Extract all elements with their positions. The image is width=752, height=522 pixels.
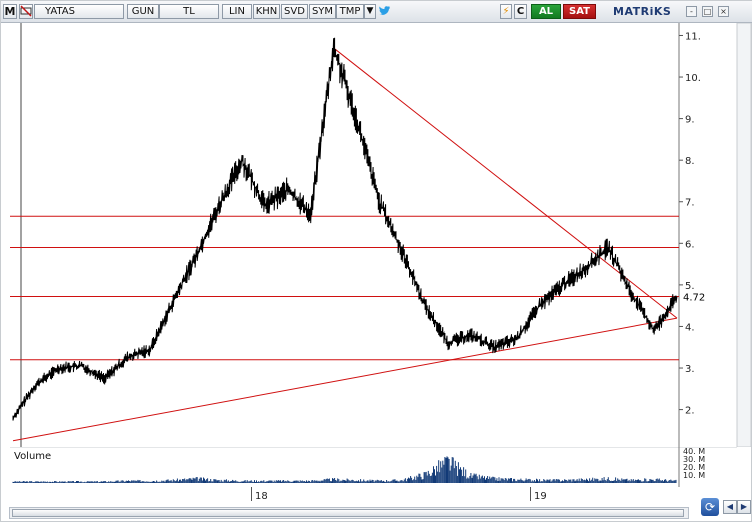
time-axis: 18 19 [1, 487, 752, 503]
right-rail [736, 23, 752, 447]
price-tick-label: 3. [685, 364, 695, 375]
currency-button[interactable]: TL [159, 4, 219, 19]
template-dropdown[interactable]: ▼ [364, 4, 376, 19]
c-button[interactable]: C [514, 4, 527, 19]
template-button[interactable]: TMP [336, 4, 364, 19]
svd-button[interactable]: SVD [281, 4, 308, 19]
volume-chart: 40. M30. M20. M10. M [10, 446, 737, 487]
maximize-button[interactable]: □ [702, 6, 713, 17]
linear-scale-button[interactable]: LIN [222, 4, 252, 19]
refresh-icon[interactable]: ⟳ [701, 498, 719, 516]
no-link-icon[interactable] [19, 4, 33, 19]
plot-area [10, 23, 679, 447]
volume-panel: Volume 40. M 30. M 20. M 10. M [1, 446, 752, 487]
time-tick [530, 487, 531, 501]
khn-button[interactable]: KHN [253, 4, 280, 19]
chart-window: M YATAS GUN TL LIN KHN SVD SYM TMP ▼ ⚡ C… [0, 0, 752, 522]
close-button[interactable]: × [718, 6, 729, 17]
time-label-18: 18 [255, 491, 268, 502]
sell-button[interactable]: SAT [563, 4, 596, 19]
volume-axis-ticks: 40. M30. M20. M10. M [683, 447, 705, 480]
price-tick-label: 2. [685, 406, 695, 417]
price-tick-label: 10. [685, 73, 701, 84]
time-tick [251, 487, 252, 501]
price-tick-label: 8. [685, 156, 695, 167]
price-chart[interactable]: 11. 10. 9. 8. 7. 6. 5. 4. 3. 2. 4.72 [1, 23, 752, 447]
brand-logo: MATRiKS [613, 5, 672, 18]
price-tick-label: 4. [685, 322, 695, 333]
price-axis-ticks: 11. 10. 9. 8. 7. 6. 5. 4. 3. 2. [679, 31, 701, 417]
price-tick-label: 11. [685, 31, 701, 42]
volume-bars [12, 456, 677, 483]
period-button[interactable]: GUN [127, 4, 159, 19]
symbol-selector[interactable]: YATAS [34, 4, 124, 19]
sym-button[interactable]: SYM [309, 4, 336, 19]
price-tick-label: 7. [685, 198, 695, 209]
menu-button[interactable]: M [3, 4, 17, 19]
time-label-19: 19 [534, 491, 547, 502]
scroll-right-icon[interactable]: ▶ [737, 500, 751, 514]
volume-label: Volume [14, 451, 52, 462]
minimize-button[interactable]: - [686, 6, 697, 17]
price-tick-label: 6. [685, 239, 695, 250]
twitter-icon[interactable] [377, 4, 391, 19]
current-price-marker: 4.72 [681, 290, 715, 304]
scrollbar-thumb[interactable] [12, 509, 684, 517]
alert-bolt-icon[interactable]: ⚡ [500, 4, 512, 19]
toolbar: M YATAS GUN TL LIN KHN SVD SYM TMP ▼ ⚡ C… [1, 1, 752, 23]
price-tick-label: 9. [685, 115, 695, 126]
scroll-left-icon[interactable]: ◀ [723, 500, 737, 514]
volume-tick-label: 10. M [683, 471, 705, 480]
price-tick-label: 5. [685, 281, 695, 292]
current-price-label: 4.72 [683, 293, 705, 304]
buy-button[interactable]: AL [531, 4, 561, 19]
chevron-down-icon: ▼ [366, 6, 374, 16]
horizontal-scrollbar[interactable] [9, 507, 689, 519]
